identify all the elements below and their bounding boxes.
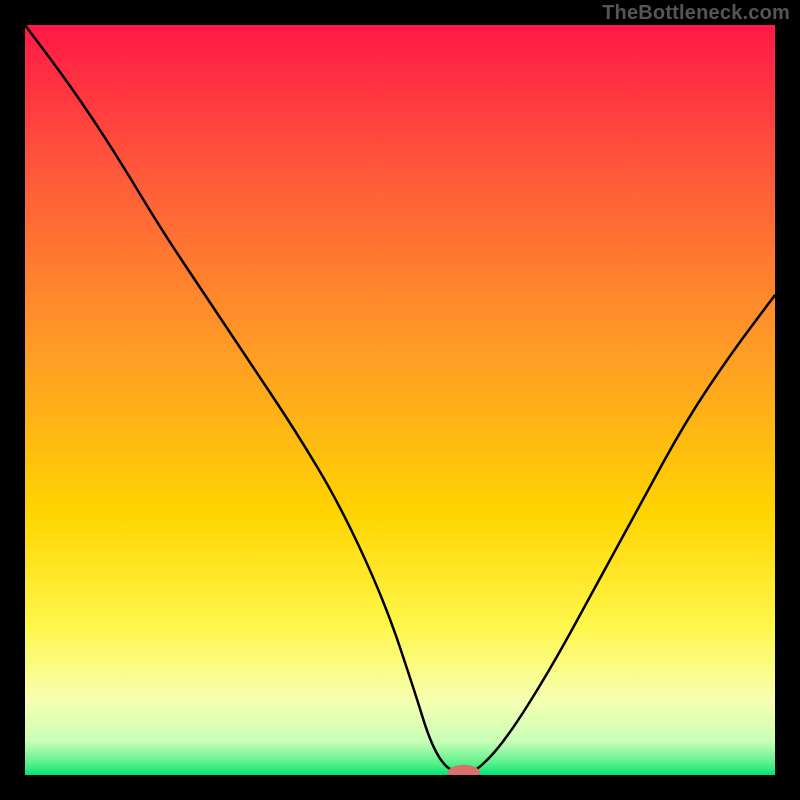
site-watermark: TheBottleneck.com [602,2,790,25]
plot-area [25,25,775,775]
chart-svg [25,25,775,775]
chart-stage: TheBottleneck.com [0,0,800,800]
gradient-background [25,25,775,775]
